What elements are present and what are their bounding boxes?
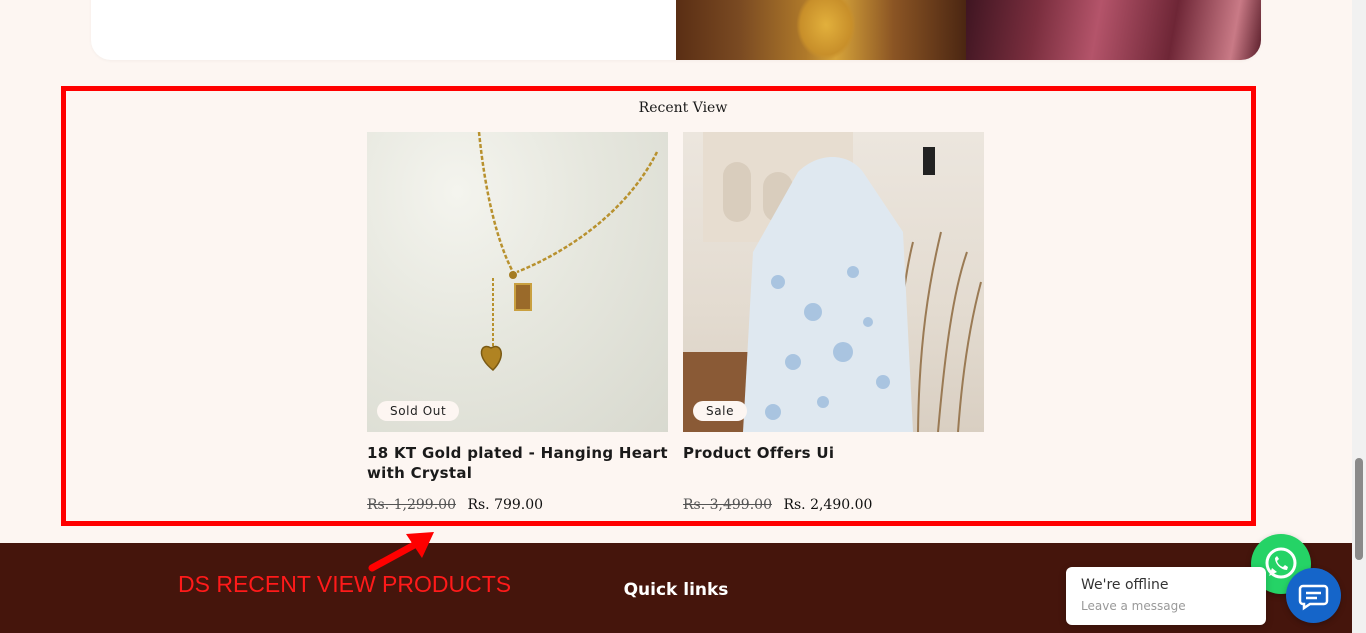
- chat-offline-prompt[interactable]: We're offline Leave a message: [1066, 567, 1266, 625]
- chat-leave-message[interactable]: Leave a message: [1081, 599, 1186, 613]
- page-scrollbar[interactable]: [1352, 0, 1366, 633]
- chat-button[interactable]: [1286, 568, 1341, 623]
- banner-image-ethnic-wear[interactable]: [676, 0, 966, 60]
- chat-bubble-icon: [1298, 584, 1329, 611]
- scrollbar-thumb[interactable]: [1355, 458, 1363, 560]
- chat-status: We're offline: [1081, 577, 1169, 593]
- annotation-label: DS RECENT VIEW PRODUCTS: [178, 571, 512, 597]
- annotation-arrow-icon: [368, 532, 434, 572]
- hero-banner: [91, 0, 1261, 60]
- annotation-highlight-box: [61, 86, 1256, 526]
- banner-image-printed-fabric[interactable]: [966, 0, 1261, 60]
